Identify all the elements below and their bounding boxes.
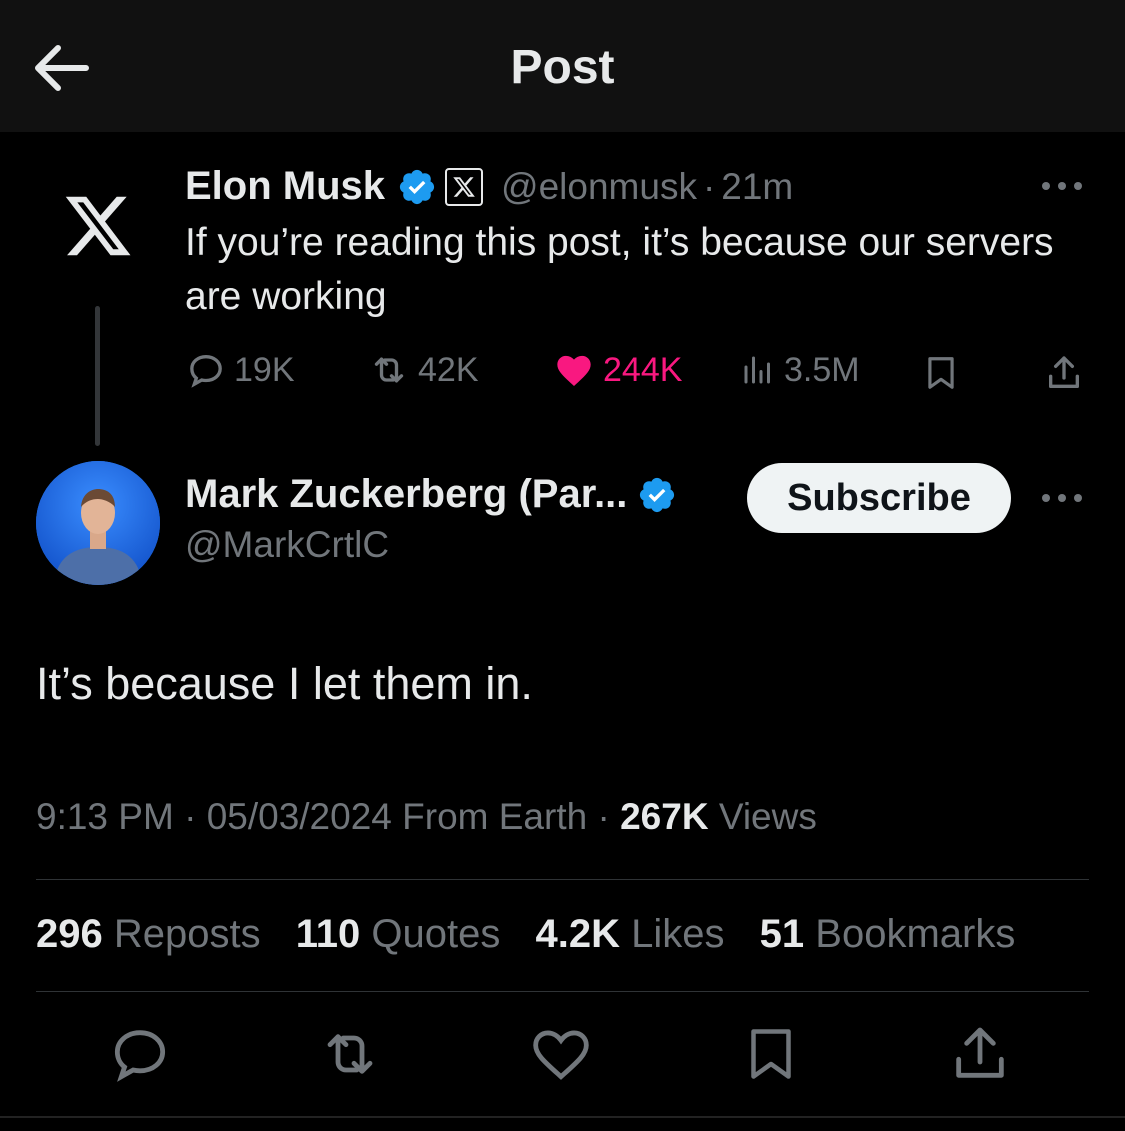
separator-dot: ·	[597, 796, 610, 837]
separator-dot: ·	[702, 165, 716, 207]
avatar[interactable]	[36, 461, 160, 585]
divider	[36, 879, 1089, 880]
bookmark-icon	[928, 357, 954, 389]
like-action[interactable]: 244K	[553, 350, 682, 390]
bookmarks-label: Bookmarks	[815, 912, 1016, 956]
reply-action[interactable]: 19K	[186, 350, 295, 390]
post-meta: 9:13 PM · 05/03/2024 From Earth · 267K V…	[36, 796, 817, 838]
thread-connector	[95, 306, 100, 446]
reply-icon	[190, 354, 222, 388]
post-time[interactable]: 9:13 PM	[36, 796, 174, 837]
post-time[interactable]: 21m	[721, 166, 793, 208]
likes-count: 4.2K	[535, 912, 621, 956]
reply-icon	[114, 1030, 166, 1082]
x-affiliate-icon	[445, 167, 484, 206]
x-logo-avatar[interactable]	[62, 190, 134, 262]
separator-dot: ·	[184, 796, 197, 837]
verified-badge-icon	[640, 477, 675, 512]
views-count: 267K	[620, 796, 709, 837]
views-label: Views	[718, 796, 817, 837]
reposts-stat[interactable]: 296 Reposts	[36, 912, 261, 956]
share-icon	[956, 1027, 1004, 1078]
author-name[interactable]: Mark Zuckerberg (Par...	[185, 472, 627, 517]
repost-action[interactable]: 42K	[368, 350, 479, 390]
more-options-button[interactable]	[1040, 488, 1084, 513]
subscribe-button[interactable]: Subscribe	[747, 463, 1011, 533]
likes-stat[interactable]: 4.2K Likes	[536, 912, 725, 956]
original-post-text: If you’re reading this post, it’s becaus…	[185, 221, 1054, 318]
reposts-count: 296	[36, 912, 103, 956]
share-button[interactable]	[944, 1018, 1016, 1090]
views-count: 3.5M	[784, 350, 860, 389]
share-icon	[1049, 356, 1079, 388]
share-action[interactable]	[1044, 352, 1084, 399]
x-logo-icon	[65, 196, 131, 256]
reply-post-text: It’s because I let them in.	[36, 658, 533, 709]
views-action[interactable]: 3.5M	[740, 350, 860, 390]
heart-icon	[533, 1030, 589, 1080]
bookmark-icon	[751, 1029, 791, 1079]
repost-button[interactable]	[314, 1018, 386, 1090]
more-horizontal-icon	[1042, 494, 1082, 502]
bottom-divider	[0, 1116, 1125, 1118]
repost-icon	[374, 357, 404, 383]
post-date[interactable]: 05/03/2024	[207, 796, 392, 837]
more-horizontal-icon	[1042, 182, 1082, 190]
author-handle[interactable]: @elonmusk	[501, 166, 697, 208]
like-button[interactable]	[525, 1018, 597, 1090]
reply-count: 19K	[234, 350, 295, 389]
original-post-header: Elon Musk @elonmusk · 21m	[185, 164, 793, 209]
bookmark-action[interactable]	[922, 352, 960, 399]
author-handle[interactable]: @MarkCrtlC	[185, 524, 389, 566]
quotes-count: 110	[295, 912, 361, 956]
repost-icon	[327, 1034, 373, 1074]
analytics-icon	[744, 356, 770, 384]
reply-post-header: Mark Zuckerberg (Par...	[185, 472, 677, 517]
quotes-stat[interactable]: 110 Quotes	[296, 912, 501, 956]
verified-badge-icon	[399, 169, 435, 204]
reposts-label: Reposts	[113, 912, 261, 956]
post-location: From Earth	[402, 796, 588, 837]
more-options-button[interactable]	[1040, 176, 1084, 201]
repost-count: 42K	[418, 350, 479, 389]
profile-photo	[36, 461, 160, 585]
page-title: Post	[510, 41, 615, 94]
quotes-label: Quotes	[371, 912, 501, 956]
likes-label: Likes	[631, 912, 725, 956]
like-count: 244K	[603, 350, 683, 389]
engagement-stats: 296 Reposts 110 Quotes 4.2K Likes 51 Boo…	[36, 912, 1039, 957]
author-name[interactable]: Elon Musk	[185, 164, 385, 209]
divider	[36, 991, 1089, 992]
reply-button[interactable]	[104, 1018, 176, 1090]
bookmarks-count: 51	[759, 912, 805, 956]
heart-filled-icon	[557, 355, 591, 386]
bookmarks-stat[interactable]: 51 Bookmarks	[760, 912, 1016, 956]
bookmark-button[interactable]	[735, 1018, 807, 1090]
